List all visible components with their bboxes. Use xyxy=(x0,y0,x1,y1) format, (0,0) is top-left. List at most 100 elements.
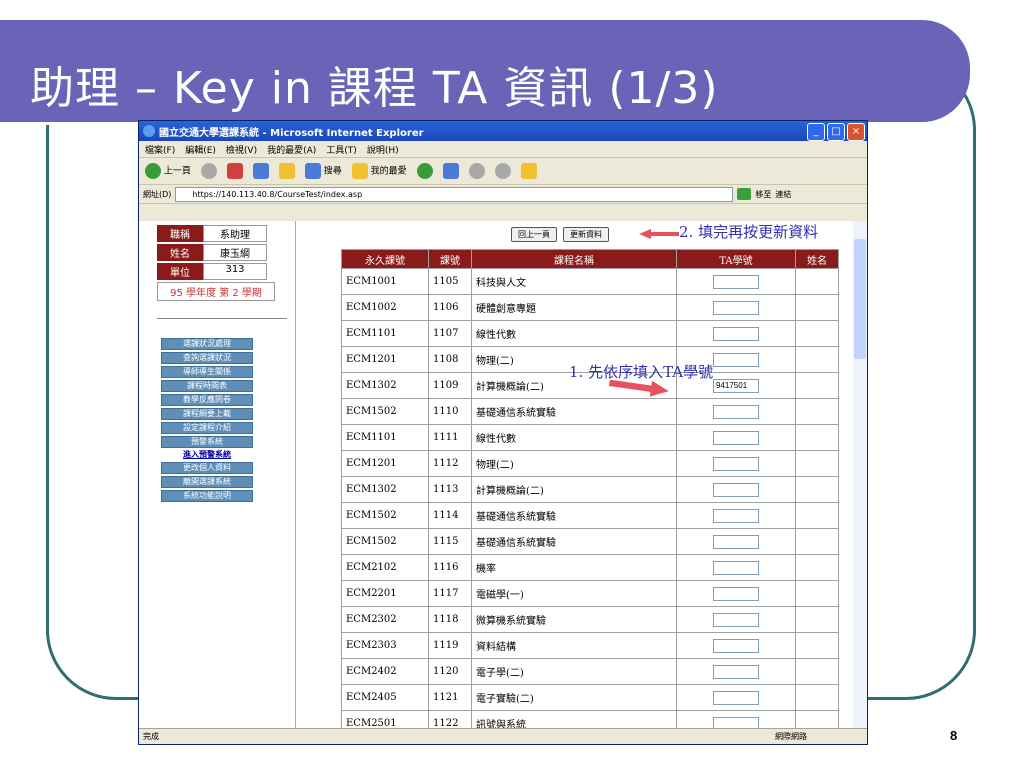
side-menu-item-link[interactable]: 進入預警系統 xyxy=(161,450,253,460)
address-input[interactable]: https://140.113.40.8/CourseTest/index.as… xyxy=(175,186,734,202)
toolbar: 上一頁 搜尋 我的最愛 xyxy=(139,158,867,185)
prev-page-button[interactable]: 回上一頁 xyxy=(511,227,557,242)
go-icon[interactable] xyxy=(737,188,752,200)
table-row: ECM1002 1106 硬體創意專題 xyxy=(341,294,839,321)
address-bar: 網址(D) https://140.113.40.8/CourseTest/in… xyxy=(139,185,867,204)
links-label[interactable]: 連結 xyxy=(775,189,791,200)
course-number-cell: 1116 xyxy=(428,554,472,581)
instruction-note-2: 2. 填完再按更新資料 xyxy=(679,223,819,241)
ta-id-input[interactable] xyxy=(713,508,759,523)
ta-id-input[interactable] xyxy=(713,690,759,705)
course-number-cell: 1120 xyxy=(428,658,472,685)
ta-id-input[interactable] xyxy=(713,274,759,289)
side-menu-item[interactable]: 設定課程介紹 xyxy=(161,422,253,434)
forward-icon[interactable] xyxy=(200,163,217,179)
minimize-button[interactable]: _ xyxy=(807,123,825,141)
menu-view[interactable]: 檢視(V) xyxy=(226,143,257,156)
ta-cell xyxy=(676,424,796,451)
table-row: ECM1201 1112 物理(二) xyxy=(341,450,839,477)
course-number-cell: 1119 xyxy=(428,632,472,659)
ta-cell xyxy=(676,606,796,633)
course-name-cell: 計算機概論(二) xyxy=(471,476,677,503)
side-menu-item[interactable]: 查詢選課狀況 xyxy=(161,352,253,364)
back-button[interactable]: 上一頁 xyxy=(145,163,191,179)
ta-id-input[interactable] xyxy=(713,560,759,575)
course-name-cell: 電子實驗(二) xyxy=(471,684,677,711)
mail-icon[interactable] xyxy=(442,163,459,179)
ta-cell xyxy=(676,554,796,581)
ta-id-input[interactable] xyxy=(713,612,759,627)
course-name-cell: 線性代數 xyxy=(471,320,677,347)
ta-id-input[interactable] xyxy=(713,326,759,341)
side-menu-item[interactable]: 離開選課系統 xyxy=(161,476,253,488)
update-button[interactable]: 更新資料 xyxy=(563,227,609,242)
side-menu-item[interactable]: 選課狀況處理 xyxy=(161,338,253,350)
home-icon[interactable] xyxy=(278,163,295,179)
course-name-cell: 基礎通信系統實驗 xyxy=(471,398,677,425)
ta-id-input[interactable] xyxy=(713,586,759,601)
ta-id-input[interactable] xyxy=(713,664,759,679)
ta-id-input[interactable] xyxy=(713,456,759,471)
side-menu-item[interactable]: 系統功能說明 xyxy=(161,490,253,502)
edit-icon[interactable] xyxy=(494,163,511,179)
menu-tools[interactable]: 工具(T) xyxy=(326,143,357,156)
ta-id-input[interactable] xyxy=(713,482,759,497)
title-banner: 助理 – Key in 課程 TA 資訊 (1/3) xyxy=(0,20,970,122)
status-text: 完成 xyxy=(143,732,159,741)
ta-cell xyxy=(676,476,796,503)
side-menu-item[interactable]: 教學反應問卷 xyxy=(161,394,253,406)
course-code-cell: ECM1201 xyxy=(341,450,429,477)
course-number-cell: 1121 xyxy=(428,684,472,711)
course-code-cell: ECM2201 xyxy=(341,580,429,607)
page-number: 8 xyxy=(950,728,958,743)
maximize-button[interactable]: □ xyxy=(827,123,845,141)
refresh-icon[interactable] xyxy=(252,163,269,179)
panel-divider xyxy=(295,221,296,729)
print-icon[interactable] xyxy=(468,163,485,179)
ta-cell xyxy=(676,658,796,685)
arrow-left-icon xyxy=(639,229,679,239)
table-row: ECM1502 1115 基礎通信系統實驗 xyxy=(341,528,839,555)
action-buttons: 回上一頁 更新資料 xyxy=(511,227,609,242)
table-row: ECM2303 1119 資料結構 xyxy=(341,632,839,659)
student-name-cell xyxy=(795,320,839,347)
ta-id-input[interactable] xyxy=(713,638,759,653)
history-icon[interactable] xyxy=(416,163,433,179)
course-name-cell: 機率 xyxy=(471,554,677,581)
course-code-cell: ECM1302 xyxy=(341,476,429,503)
ta-id-input[interactable] xyxy=(713,404,759,419)
course-code-cell: ECM2102 xyxy=(341,554,429,581)
side-menu-item[interactable]: 導師導生關係 xyxy=(161,366,253,378)
go-label[interactable]: 移至 xyxy=(755,189,771,200)
stop-icon[interactable] xyxy=(226,163,243,179)
ta-id-input[interactable] xyxy=(713,430,759,445)
ta-id-input[interactable] xyxy=(713,378,759,393)
scroll-thumb[interactable] xyxy=(854,239,866,359)
table-row: ECM1101 1111 線性代數 xyxy=(341,424,839,451)
course-code-cell: ECM2402 xyxy=(341,658,429,685)
ta-id-input[interactable] xyxy=(713,352,759,367)
search-button[interactable]: 搜尋 xyxy=(304,163,342,179)
side-menu-item[interactable]: 課程時間表 xyxy=(161,380,253,392)
address-label: 網址(D) xyxy=(143,189,172,199)
close-button[interactable]: × xyxy=(847,123,865,141)
ta-id-input[interactable] xyxy=(713,300,759,315)
folder-icon[interactable] xyxy=(520,163,537,179)
col-header: 永久課號 xyxy=(341,249,429,269)
course-code-cell: ECM1302 xyxy=(341,372,429,399)
menu-file[interactable]: 檔案(F) xyxy=(145,143,175,156)
menu-favorites[interactable]: 我的最愛(A) xyxy=(267,143,316,156)
side-menu-item[interactable]: 課程綱要上載 xyxy=(161,408,253,420)
side-menu-item[interactable]: 預警系統 xyxy=(161,436,253,448)
info-label: 姓名 xyxy=(157,244,203,261)
ta-id-input[interactable] xyxy=(713,534,759,549)
course-code-cell: ECM1502 xyxy=(341,502,429,529)
menu-edit[interactable]: 編輯(E) xyxy=(185,143,216,156)
course-code-cell: ECM1201 xyxy=(341,346,429,373)
course-name-cell: 資料結構 xyxy=(471,632,677,659)
favorites-button[interactable]: 我的最愛 xyxy=(351,163,407,179)
menu-help[interactable]: 說明(H) xyxy=(367,143,399,156)
ta-cell xyxy=(676,268,796,295)
info-value: 313 xyxy=(203,263,267,280)
side-menu-item[interactable]: 更改個人資料 xyxy=(161,462,253,474)
